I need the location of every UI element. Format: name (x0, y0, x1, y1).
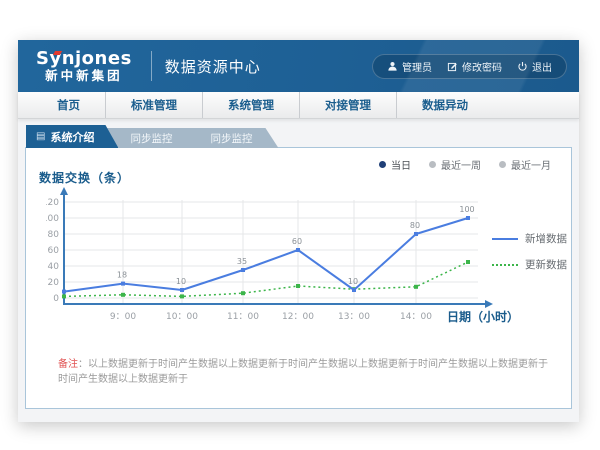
radio-icon (429, 161, 436, 168)
tab-sync-monitor-2[interactable]: 同步监控 (184, 128, 278, 148)
footnote: 备注：以上数据更新于时间产生数据以上数据更新于时间产生数据以上数据更新于时间产生… (58, 357, 550, 387)
nav-item-standard-mgmt[interactable]: 标准管理 (106, 92, 203, 118)
nav-item-home[interactable]: 首页 (32, 92, 106, 118)
filter-last-week[interactable]: 最近一周 (429, 157, 481, 172)
logo-secondary-text: 新中新集团 (36, 69, 132, 82)
app-window: Synjones 新中新集团 数据资源中心 管理员 修改密码 退出 首页 标准管… (18, 40, 579, 422)
tab-label: 同步监控 (130, 131, 172, 146)
svg-text:12：00: 12：00 (282, 312, 314, 322)
svg-text:60: 60 (48, 246, 60, 256)
svg-text:20: 20 (48, 278, 60, 288)
filter-today[interactable]: 当日 (379, 157, 411, 172)
period-filter-group: 当日 最近一周 最近一月 (379, 157, 551, 172)
radio-icon (499, 161, 506, 168)
chart-legend: 新增数据 更新数据 (492, 231, 567, 272)
power-icon (517, 61, 528, 72)
header-divider (151, 51, 152, 81)
svg-text:60: 60 (292, 237, 302, 246)
svg-text:100: 100 (46, 214, 59, 224)
user-icon (387, 61, 398, 72)
footnote-label: 备注 (58, 359, 78, 370)
main-nav: 首页 标准管理 系统管理 对接管理 数据异动 (18, 92, 579, 119)
svg-text:40: 40 (48, 262, 60, 272)
tab-sync-monitor-1[interactable]: 同步监控 (104, 128, 198, 148)
filter-label: 当日 (391, 157, 411, 172)
tab-label: 系统介绍 (50, 129, 94, 145)
legend-new-data[interactable]: 新增数据 (492, 231, 567, 246)
solid-line-icon (492, 238, 518, 240)
chart-y-axis-title: 数据交换（条） (39, 169, 130, 186)
filter-label: 最近一周 (441, 157, 481, 172)
radio-icon (379, 161, 386, 168)
svg-text:18: 18 (117, 271, 127, 280)
svg-text:13：00: 13：00 (338, 312, 370, 322)
svg-text:11：00: 11：00 (227, 312, 259, 322)
svg-text:0: 0 (53, 294, 59, 304)
svg-text:35: 35 (237, 257, 247, 266)
filter-last-month[interactable]: 最近一月 (499, 157, 551, 172)
change-password-button[interactable]: 修改密码 (447, 59, 502, 74)
change-password-label: 修改密码 (462, 59, 502, 74)
svg-text:9：00: 9：00 (110, 312, 136, 322)
user-menu: 管理员 修改密码 退出 (372, 54, 567, 79)
nav-item-system-mgmt[interactable]: 系统管理 (203, 92, 300, 118)
svg-text:14：00: 14：00 (400, 312, 432, 322)
legend-update-data[interactable]: 更新数据 (492, 257, 567, 272)
dotted-line-icon (492, 264, 518, 266)
company-logo: Synjones 新中新集团 (30, 48, 138, 84)
footnote-text: ：以上数据更新于时间产生数据以上数据更新于时间产生数据以上数据更新于时间产生数据… (58, 359, 548, 385)
svg-text:80: 80 (410, 221, 420, 230)
tab-system-intro[interactable]: ▤ 系统介绍 (26, 125, 118, 148)
admin-user-button[interactable]: 管理员 (387, 59, 432, 74)
svg-text:10: 10 (348, 277, 358, 286)
app-title: 数据资源中心 (165, 56, 261, 77)
logout-button[interactable]: 退出 (517, 59, 552, 74)
tab-label: 同步监控 (210, 131, 252, 146)
svg-text:100: 100 (459, 205, 474, 214)
legend-label: 新增数据 (525, 231, 567, 246)
legend-label: 更新数据 (525, 257, 567, 272)
exchange-chart: 0 20 40 60 80 100 120 9：00 10：00 11：00 12：00 13：00 1… (46, 186, 528, 328)
svg-text:10: 10 (176, 277, 186, 286)
edit-icon (447, 61, 458, 72)
svg-text:10：00: 10：00 (166, 312, 198, 322)
nav-item-interface-mgmt[interactable]: 对接管理 (300, 92, 397, 118)
nav-item-data-change[interactable]: 数据异动 (397, 92, 493, 118)
admin-user-label: 管理员 (402, 59, 432, 74)
svg-text:120: 120 (46, 198, 59, 208)
svg-text:80: 80 (48, 230, 60, 240)
app-header: Synjones 新中新集团 数据资源中心 管理员 修改密码 退出 (18, 40, 579, 92)
logout-label: 退出 (532, 59, 552, 74)
content-card: 当日 最近一周 最近一月 数据交换（条） 0 20 40 60 80 100 120 9：00… (25, 147, 572, 409)
chart-x-axis-title: 日期（小时） (447, 308, 519, 325)
document-icon: ▤ (36, 131, 45, 142)
logo-primary-text: Synjones (36, 50, 132, 69)
filter-label: 最近一月 (511, 157, 551, 172)
tab-bar: ▤ 系统介绍 同步监控 同步监控 (26, 125, 278, 148)
